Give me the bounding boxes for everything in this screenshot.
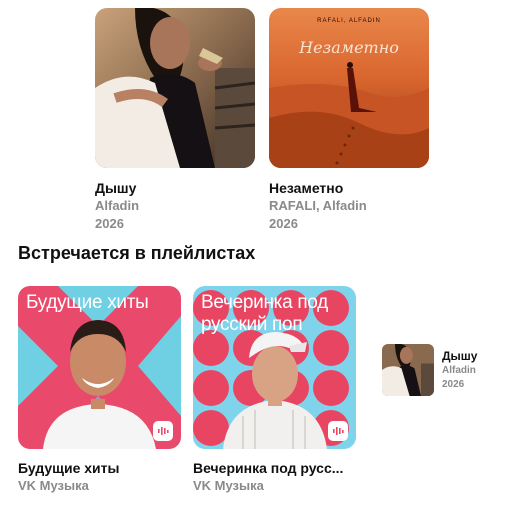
album-title[interactable]: Дышу	[95, 179, 255, 197]
album-year: 2026	[95, 216, 124, 231]
album-cover-image	[269, 8, 429, 168]
mini-track-item[interactable]: Дышу Alfadin 2026	[382, 344, 477, 396]
mini-cover-image	[382, 344, 434, 396]
album-artist[interactable]: RAFALI, Alfadin	[269, 197, 429, 215]
cover-artist-text: RAFALI, ALFADIN	[317, 18, 381, 24]
playlist-cover[interactable]: Вечеринка под русский поп	[193, 286, 356, 449]
playlist-name[interactable]: Вечеринка под русс...	[193, 459, 356, 477]
playlist-owner[interactable]: VK Музыка	[18, 477, 181, 495]
album-artist[interactable]: Alfadin	[95, 197, 255, 215]
mini-track-artist[interactable]: Alfadin	[442, 364, 477, 378]
playlist-cover-title: Вечеринка под русский поп	[201, 292, 328, 335]
cover-script-text: Незаметно	[299, 38, 399, 57]
mini-track-title[interactable]: Дышу	[442, 348, 477, 364]
album-card-dyshu[interactable]: Дышу Alfadin 2026	[95, 8, 255, 233]
playlist-card-russian-pop[interactable]: Вечеринка под русский поп Вечеринка под …	[193, 286, 356, 495]
playlist-cover-title: Будущие хиты	[26, 292, 149, 313]
album-year: 2026	[269, 216, 298, 231]
album-cover-image	[95, 8, 255, 168]
vk-music-badge-icon	[328, 421, 348, 441]
section-title: Встречается в плейлистах	[18, 243, 256, 263]
playlist-owner[interactable]: VK Музыка	[193, 477, 356, 495]
album-title[interactable]: Незаметно	[269, 179, 429, 197]
album-card-nezametno[interactable]: RAFALI, ALFADIN Незаметно Незаметно RAFA…	[269, 8, 429, 233]
mini-track-year: 2026	[442, 379, 465, 390]
vk-music-badge-icon	[153, 421, 173, 441]
playlist-name[interactable]: Будущие хиты	[18, 459, 181, 477]
playlist-cover[interactable]: Будущие хиты	[18, 286, 181, 449]
mini-track-cover[interactable]	[382, 344, 434, 396]
album-cover-nezametno[interactable]: RAFALI, ALFADIN Незаметно	[269, 8, 429, 168]
album-cover-dyshu[interactable]	[95, 8, 255, 168]
playlist-card-future-hits[interactable]: Будущие хиты Будущие хиты VK Музыка	[18, 286, 181, 495]
